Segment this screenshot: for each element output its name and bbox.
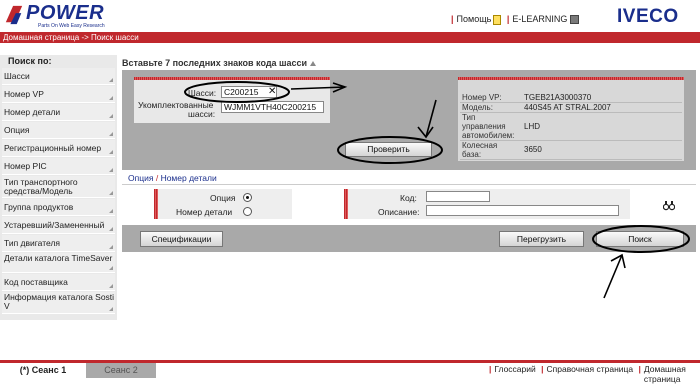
info-row-drive: Тип управления автомобилем: LHD [460,113,682,141]
radio-group: Опция Номер детали [158,189,292,219]
app-header: POWER Parts On Web Easy Research | Помощь… [0,0,700,32]
specifications-button[interactable]: Спецификации [140,231,223,247]
complete-chassis-field [221,101,324,113]
option-area: Опция Номер детали Код: Описание: [122,185,696,223]
sidebar-item-product-group[interactable]: Группа продуктов [2,199,115,216]
home-link-line-2: страница [643,374,681,384]
vehicle-info-card: Номер VP: TGEB21A3000370 Модель: 440S45 … [458,77,684,161]
tab-part-number[interactable]: Номер детали [161,173,217,183]
description-input[interactable] [426,205,619,216]
info-label: Модель: [462,103,493,112]
section-title: Вставьте 7 последних знаков кода шасси [122,57,696,69]
search-button[interactable]: Поиск [596,231,684,247]
code-group: Код: Описание: [348,189,630,219]
sidebar-item-pic-number[interactable]: Номер PIC [2,158,115,175]
radio-part-number[interactable] [243,207,252,216]
info-value: 440S45 AT STRAL.2007 [524,103,611,112]
footer-line [156,360,700,363]
sidebar-item-vp-number[interactable]: Номер VP [2,86,115,103]
session-tab-1[interactable]: (*) Сеанс 1 [0,360,86,378]
radio-part-label: Номер детали [176,207,233,217]
chassis-search-card: Шасси: ✕ Укомплектованные шасси: [134,77,330,123]
logo-tagline: Parts On Web Easy Research [38,23,105,29]
home-link-line-1: Домашная [643,364,686,374]
info-row-vp: Номер VP: TGEB21A3000370 [460,93,682,103]
info-value: 3650 [524,145,542,154]
tab-separator: / [155,173,159,183]
glossary-link[interactable]: Глоссарий [494,364,535,374]
card-red-strip [134,77,330,80]
sidebar-item-chassis[interactable]: Шасси [2,68,115,85]
code-label: Код: [400,193,417,203]
logo-swoosh-icon [5,5,23,25]
footer-links: | Глоссарий | Справочная страница | Домашна… [489,364,686,384]
info-label: Номер VP: [462,93,502,102]
radio-option[interactable] [243,193,252,202]
help-icon[interactable] [493,14,502,25]
sidebar-item-part-number[interactable]: Номер детали [2,104,115,121]
option-tabs: Опция / Номер детали [122,172,696,185]
header-links: | Помощь | E-LEARNING [448,14,580,25]
radio-option-label: Опция [210,193,236,203]
code-input[interactable] [426,191,490,202]
info-value: LHD [524,122,541,131]
info-row-wheelbase: Колесная база: 3650 [460,141,682,160]
info-label: Колесная база: [462,141,498,159]
sidebar-item-supplier-code[interactable]: Код поставщика [2,274,115,291]
sidebar-item-option[interactable]: Опция [2,122,115,139]
info-value: TGEB21A3000370 [524,93,592,102]
session-tab-2[interactable]: Сеанс 2 [86,360,156,378]
search-arrow-annotation [603,254,623,299]
check-button[interactable]: Проверить [345,142,432,157]
sidebar-item-timesaver[interactable]: Детали каталога TimeSaver [2,253,115,273]
complete-chassis-label-2: шасси: [188,109,216,119]
reference-link[interactable]: Справочная страница [547,364,634,374]
sidebar-title: Поиск по: [8,56,52,66]
info-red-strip [458,77,684,80]
chassis-label: Шасси: [188,88,217,98]
close-icon[interactable]: ✕ [268,86,276,97]
info-label: Тип управления автомобилем: [462,113,515,140]
section-title-text: Вставьте 7 последних знаков кода шасси [122,58,308,68]
info-row-model: Модель: 440S45 AT STRAL.2007 [460,103,682,113]
binoculars-icon[interactable] [663,200,675,211]
elearning-icon[interactable] [570,15,580,25]
reload-button[interactable]: Перегрузить [499,231,584,247]
elearning-link[interactable]: E-LEARNING [512,14,567,24]
sidebar-item-sosti[interactable]: Информация каталога Sosti V [2,292,115,314]
sidebar-item-registration[interactable]: Регистрационный номер [2,140,115,157]
home-link[interactable]: Домашная страница [644,364,686,384]
power-logo: POWER Parts On Web Easy Research [2,2,122,29]
sidebar-item-vehicle-type[interactable]: Тип транспортного средства/Модель [2,176,115,198]
radio-dot [246,196,249,199]
sidebar-item-obsolete[interactable]: Устаревший/Замененный [2,217,115,234]
description-label: Описание: [378,207,420,217]
collapse-icon[interactable] [310,61,317,66]
help-link[interactable]: Помощь [457,14,492,24]
logo-text: POWER [26,2,105,24]
sidebar-item-engine-type[interactable]: Тип двигателя [2,235,115,252]
tab-option[interactable]: Опция [128,173,153,183]
breadcrumb: Домашная страница -> Поиск шасси [0,32,700,43]
iveco-logo: IVECO [617,6,679,27]
